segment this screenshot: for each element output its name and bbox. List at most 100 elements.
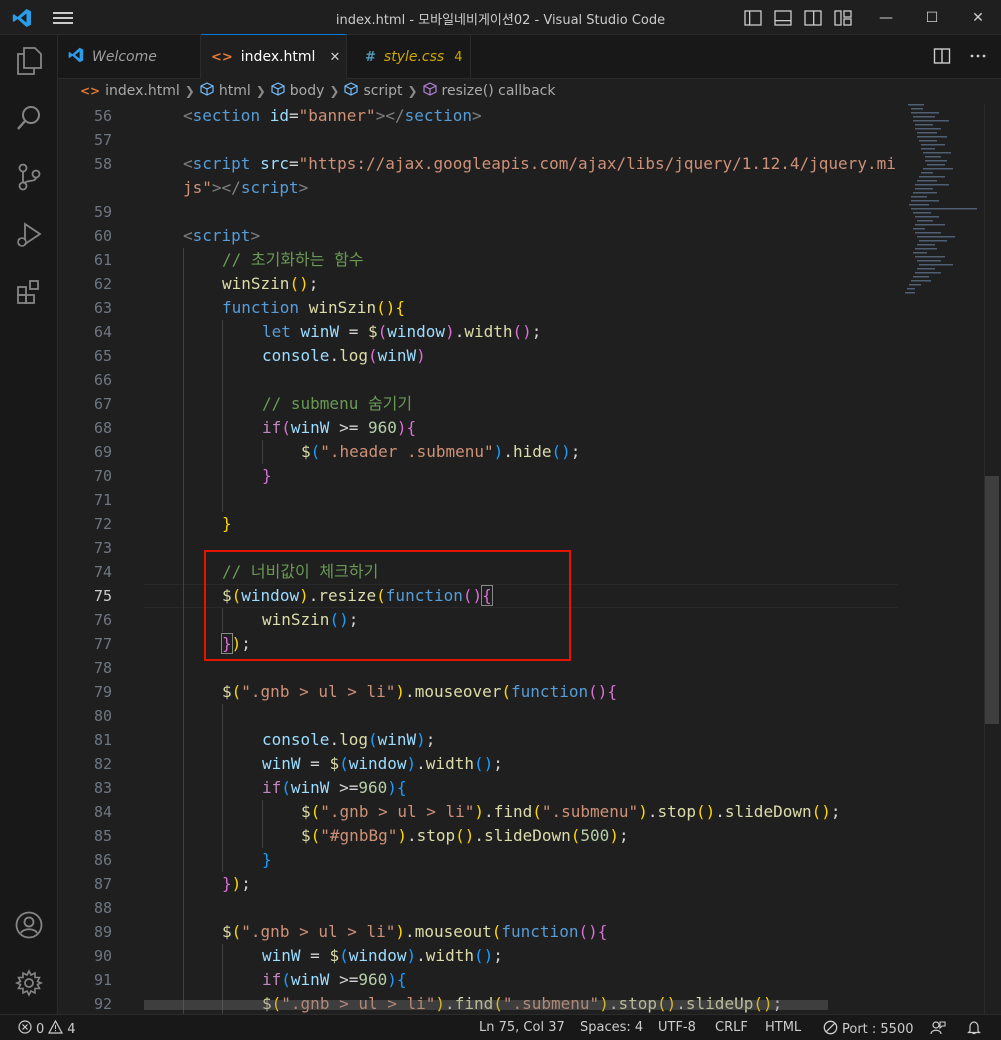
maximize-button[interactable]: ☐ [909, 0, 955, 35]
code-line-69: $(".header .submenu").hide(); [301, 442, 581, 461]
line-number: 88 [93, 899, 112, 917]
indentation-setting[interactable]: Spaces: 4 [580, 1020, 643, 1035]
split-editor-icon[interactable] [933, 47, 951, 69]
tab-index-html[interactable]: <> index.html ✕ [201, 34, 347, 79]
line-number: 76 [93, 611, 112, 629]
tab-label: style.css [383, 49, 445, 65]
explorer-button[interactable] [0, 39, 58, 87]
more-icon[interactable] [969, 47, 987, 69]
cursor-position[interactable]: Ln 75, Col 37 [479, 1020, 565, 1035]
search-button[interactable] [0, 97, 58, 145]
line-number: 78 [93, 659, 112, 677]
horizontal-scrollbar-thumb[interactable] [144, 1000, 828, 1010]
line-number: 80 [93, 707, 112, 725]
minimize-button[interactable]: — [863, 0, 909, 35]
language-mode[interactable]: HTML [765, 1020, 801, 1035]
extensions-button[interactable] [0, 271, 58, 319]
line-number: 64 [93, 323, 112, 341]
annotation-highlight-box [204, 550, 571, 661]
line-number: 72 [93, 515, 112, 533]
line-number: 74 [93, 563, 112, 581]
customize-layout-icon[interactable] [832, 8, 854, 28]
code-line-60: <script> [183, 226, 261, 245]
chevron-right-icon: ❯ [255, 84, 266, 98]
code-line-67: // submenu 숨기기 [262, 394, 413, 413]
breadcrumb-label: resize() callback [441, 83, 556, 99]
toggle-panel-icon[interactable] [772, 8, 794, 28]
tab-welcome[interactable]: Welcome [58, 35, 201, 79]
code-line-84: $(".gnb > ul > li").find(".submenu").sto… [301, 802, 841, 821]
html-file-icon: <> [80, 84, 101, 98]
indent-guide [222, 320, 223, 512]
port-label: Port : 5500 [842, 1022, 914, 1037]
line-number: 71 [93, 491, 112, 509]
breadcrumb-item-html[interactable]: html [200, 82, 251, 100]
line-number: 79 [93, 683, 112, 701]
chevron-right-icon: ❯ [184, 84, 195, 98]
manage-button[interactable] [0, 961, 58, 1009]
error-icon [18, 1020, 32, 1038]
scrollbar-thumb[interactable] [985, 476, 999, 724]
line-number: 77 [93, 635, 112, 653]
editor-tabs: Welcome <> index.html ✕ # style.css 4 [58, 34, 1001, 79]
code-line-87: }); [222, 874, 251, 893]
source-control-button[interactable] [0, 155, 58, 203]
line-number: 70 [93, 467, 112, 485]
problems-indicator[interactable]: 0 4 [18, 1019, 76, 1038]
line-number: 67 [93, 395, 112, 413]
toggle-primary-sidebar-icon[interactable] [742, 8, 764, 28]
vscode-logo-icon [68, 47, 84, 67]
search-icon [15, 104, 43, 138]
code-line-64: let winW = $(window).width(); [262, 322, 542, 341]
line-number: 89 [93, 923, 112, 941]
code-line-86: } [262, 850, 272, 869]
live-server-port[interactable]: Port : 5500 [823, 1020, 914, 1039]
code-line-91: if(winW >=960){ [262, 970, 407, 989]
code-editor[interactable]: 56 57 58 59 60 61 62 63 64 65 66 67 68 6… [58, 104, 1001, 1014]
code-line-61: // 초기화하는 함수 [222, 250, 364, 269]
encoding-setting[interactable]: UTF-8 [658, 1020, 696, 1035]
close-window-button[interactable]: ✕ [955, 0, 1001, 35]
code-line-79: $(".gnb > ul > li").mouseover(function()… [222, 682, 617, 701]
line-number: 69 [93, 443, 112, 461]
breadcrumb-label: index.html [105, 83, 180, 99]
breadcrumb-item-script[interactable]: script [344, 82, 402, 100]
tab-style-css[interactable]: # style.css 4 [347, 35, 471, 79]
html-file-icon: <> [211, 49, 233, 65]
extensions-icon [15, 278, 43, 312]
breadcrumb-item-file[interactable]: <> index.html [80, 83, 180, 99]
line-number-current: 75 [93, 587, 112, 605]
warning-count: 4 [67, 1021, 76, 1037]
account-icon [14, 910, 44, 944]
error-count: 0 [36, 1021, 45, 1037]
breadcrumb-item-body[interactable]: body [271, 82, 325, 100]
bell-icon[interactable] [967, 1020, 981, 1035]
tab-label: index.html [240, 49, 316, 65]
line-number: 87 [93, 875, 112, 893]
line-number: 60 [93, 227, 112, 245]
chevron-right-icon: ❯ [329, 84, 340, 98]
code-line-72: } [222, 514, 232, 533]
symbol-method-icon [422, 82, 437, 100]
feedback-icon[interactable] [930, 1020, 946, 1035]
code-line-58: <script src="https://ajax.googleapis.com… [183, 154, 896, 173]
files-icon [15, 46, 43, 80]
symbol-field-icon [344, 82, 359, 100]
close-tab-icon[interactable]: ✕ [329, 50, 340, 65]
status-bar: 0 4 Ln 75, Col 37 Spaces: 4 UTF-8 CRLF H… [0, 1014, 1001, 1040]
indent-guide [222, 704, 223, 872]
toggle-secondary-sidebar-icon[interactable] [802, 8, 824, 28]
breadcrumb-item-resize-callback[interactable]: resize() callback [422, 82, 556, 100]
minimap[interactable] [903, 104, 983, 1014]
line-number: 84 [93, 803, 112, 821]
run-debug-icon [15, 220, 43, 254]
breadcrumb-label: body [289, 83, 325, 99]
line-number: 58 [93, 155, 112, 173]
line-number: 90 [93, 947, 112, 965]
run-debug-button[interactable] [0, 213, 58, 261]
code-line-90: winW = $(window).width(); [262, 946, 503, 965]
accounts-button[interactable] [0, 903, 58, 951]
code-line-58-wrap: js"></script> [183, 178, 309, 197]
eol-setting[interactable]: CRLF [715, 1020, 748, 1035]
code-line-70: } [262, 466, 272, 485]
